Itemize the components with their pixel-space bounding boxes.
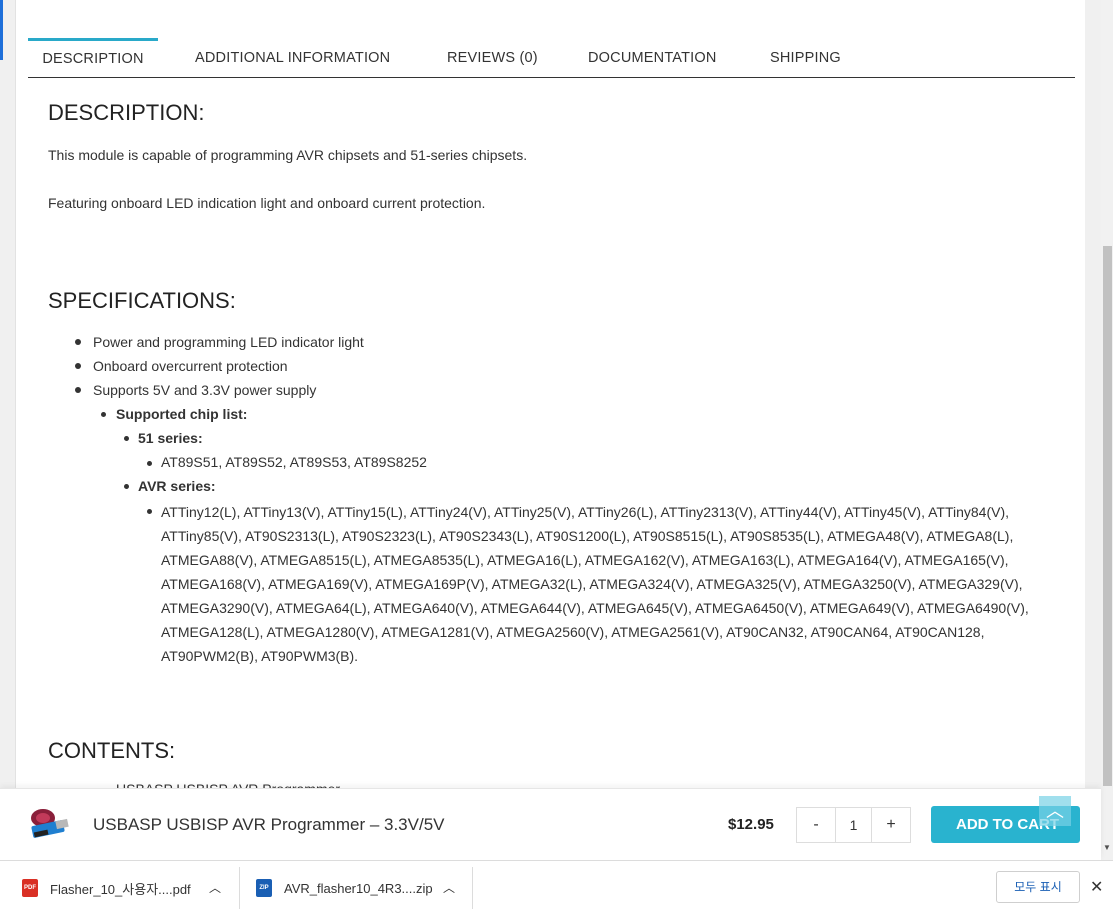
sticky-add-to-cart-bar: USBASP USBISP AVR Programmer – 3.3V/5V $… bbox=[0, 788, 1101, 860]
chevron-up-icon[interactable]: ︿ bbox=[443, 879, 455, 896]
avr-chip-list: ATTiny12(L), ATTiny13(V), ATTiny15(L), A… bbox=[161, 500, 1041, 668]
bullet-icon bbox=[101, 412, 106, 417]
quantity-decrease-button[interactable]: - bbox=[797, 808, 835, 842]
chevron-up-icon[interactable]: ︿ bbox=[1039, 796, 1071, 826]
avr-chip-line: ATMEGA88(V), ATMEGA8515(L), ATMEGA8535(L… bbox=[161, 552, 1009, 568]
tab-documentation[interactable]: DOCUMENTATION bbox=[588, 38, 717, 77]
bullet-icon bbox=[147, 461, 152, 466]
specifications-heading: SPECIFICATIONS: bbox=[48, 288, 236, 313]
avr-chip-line: AT90PWM2(B), AT90PWM3(B). bbox=[161, 648, 359, 664]
scroll-down-arrow-icon[interactable]: ▼ bbox=[1101, 842, 1113, 854]
scrollbar-thumb[interactable] bbox=[1103, 246, 1112, 786]
download-item-zip[interactable]: ZIP AVR_flasher10_4R3....zip bbox=[256, 861, 433, 914]
avr-chip-line: ATMEGA3290(V), ATMEGA64(L), ATMEGA640(V)… bbox=[161, 600, 1029, 616]
product-name: USBASP USBISP AVR Programmer – 3.3V/5V bbox=[93, 815, 445, 834]
description-paragraph: Featuring onboard LED indication light a… bbox=[48, 195, 486, 211]
list-item: Onboard overcurrent protection bbox=[75, 356, 364, 380]
pdf-file-icon: PDF bbox=[22, 879, 38, 897]
right-gutter bbox=[1085, 0, 1101, 860]
tab-additional-information[interactable]: ADDITIONAL INFORMATION bbox=[195, 38, 390, 77]
description-paragraph: This module is capable of programming AV… bbox=[48, 147, 528, 163]
tab-description[interactable]: DESCRIPTION bbox=[28, 38, 158, 77]
download-file-name: AVR_flasher10_4R3....zip bbox=[284, 880, 433, 896]
vertical-scrollbar[interactable]: ▼ bbox=[1101, 0, 1113, 860]
tab-reviews[interactable]: REVIEWS (0) bbox=[447, 38, 538, 77]
avr-series-label: AVR series: bbox=[138, 478, 216, 494]
download-bar: PDF Flasher_10_사용자....pdf ︿ ZIP AVR_flas… bbox=[0, 860, 1113, 914]
bullet-icon bbox=[124, 484, 129, 489]
avr-chip-line: ATTiny12(L), ATTiny13(V), ATTiny15(L), A… bbox=[161, 504, 1010, 520]
chip-list-label: Supported chip list: bbox=[116, 406, 248, 422]
bullet-icon bbox=[147, 509, 152, 514]
description-heading: DESCRIPTION: bbox=[48, 100, 205, 125]
window-edge-accent bbox=[0, 0, 3, 60]
product-price: $12.95 bbox=[728, 816, 774, 833]
divider bbox=[472, 867, 473, 909]
quantity-input[interactable]: 1 bbox=[835, 808, 872, 842]
product-tabs: DESCRIPTION ADDITIONAL INFORMATION REVIE… bbox=[28, 38, 1075, 78]
download-file-name: Flasher_10_사용자....pdf bbox=[50, 881, 191, 897]
list-item: Power and programming LED indicator ligh… bbox=[75, 332, 364, 356]
divider bbox=[239, 867, 240, 909]
quantity-stepper: - 1 + bbox=[796, 807, 911, 843]
avr-chip-line: ATTiny85(V), AT90S2313(L), AT90S2323(L),… bbox=[161, 528, 1014, 544]
download-item-pdf[interactable]: PDF Flasher_10_사용자....pdf bbox=[22, 861, 191, 914]
specifications-list: Power and programming LED indicator ligh… bbox=[75, 332, 364, 404]
show-all-downloads-button[interactable]: 모두 표시 bbox=[996, 871, 1080, 903]
left-gutter bbox=[0, 0, 16, 860]
series51-label: 51 series: bbox=[138, 430, 203, 446]
avr-chip-line: ATMEGA168(V), ATMEGA169(V), ATMEGA169P(V… bbox=[161, 576, 1023, 592]
chevron-up-icon[interactable]: ︿ bbox=[209, 879, 221, 896]
tab-shipping[interactable]: SHIPPING bbox=[770, 38, 841, 77]
bullet-icon bbox=[124, 436, 129, 441]
close-icon[interactable]: ✕ bbox=[1090, 877, 1103, 897]
series51-chips: AT89S51, AT89S52, AT89S53, AT89S8252 bbox=[161, 454, 427, 470]
list-item: Supports 5V and 3.3V power supply bbox=[75, 380, 364, 404]
zip-file-icon: ZIP bbox=[256, 879, 272, 897]
product-thumbnail bbox=[31, 809, 69, 838]
quantity-increase-button[interactable]: + bbox=[872, 808, 910, 842]
avr-chip-line: ATMEGA128(L), ATMEGA1280(V), ATMEGA1281(… bbox=[161, 624, 985, 640]
contents-heading: CONTENTS: bbox=[48, 738, 176, 763]
